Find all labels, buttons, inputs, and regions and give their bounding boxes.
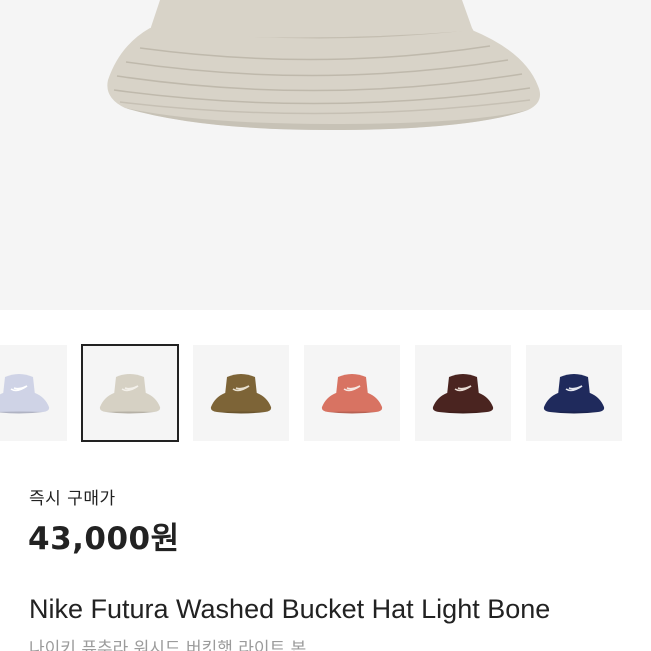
color-thumbnail[interactable] xyxy=(193,345,289,441)
instant-buy-price: 43,000원 xyxy=(28,521,180,557)
bucket-hat-icon xyxy=(432,374,494,414)
product-page: 즉시 구매가 43,000원 Nike Futura Washed Bucket… xyxy=(0,0,651,651)
product-name-korean: 나이키 퓨추라 워시드 버킷햇 라이트 본 xyxy=(29,639,307,651)
bucket-hat-icon xyxy=(543,374,605,414)
product-name-english: Nike Futura Washed Bucket Hat Light Bone xyxy=(29,594,551,624)
bucket-hat-icon xyxy=(321,374,383,414)
color-thumbnail[interactable] xyxy=(81,344,179,442)
bucket-hat-image xyxy=(107,0,541,130)
bucket-hat-icon xyxy=(210,374,272,414)
product-main-image[interactable] xyxy=(0,0,651,310)
color-thumbnail[interactable] xyxy=(304,345,400,441)
bucket-hat-icon xyxy=(0,374,50,414)
color-thumbnail[interactable] xyxy=(526,345,622,441)
color-thumbnail[interactable] xyxy=(415,345,511,441)
bucket-hat-icon xyxy=(99,374,161,414)
color-thumbnail-list xyxy=(0,344,651,443)
instant-buy-price-label: 즉시 구매가 xyxy=(29,489,116,509)
color-thumbnail[interactable] xyxy=(0,345,67,441)
